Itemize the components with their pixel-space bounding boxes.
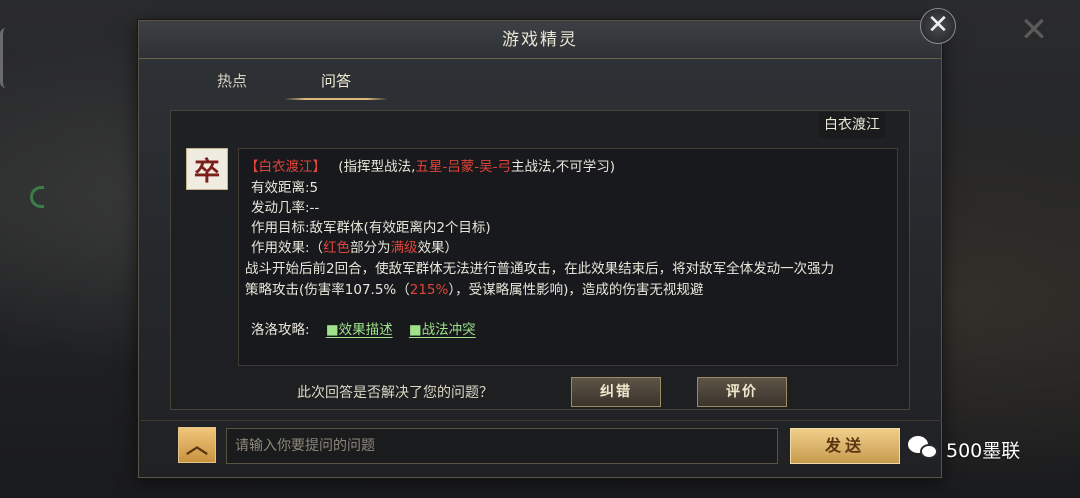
send-button[interactable]: 发送 [790,428,900,464]
wechat-icon [908,436,940,462]
background-scrollbar [0,28,12,88]
skill-chance: 发动几率:-- [251,200,320,216]
effect-prefix: 作用效果:（ [251,240,324,256]
skill-type-suffix: 主战法,不可学习) [510,159,616,175]
skill-target: 作用目标:敌军群体(有效距离内2个目标) [251,220,491,236]
background-close-icon: ✕ [1019,10,1049,50]
skill-tag: 白衣渡江 [818,112,886,138]
desc-line2-damage: 215% [409,282,449,298]
skill-header: 【白衣渡江】 (指挥型战法,五星-吕蒙-吴-弓主战法,不可学习) [245,157,615,178]
tab-hot[interactable]: 热点 [180,62,284,100]
guide-row: 洛洛攻略: ■效果描述 ■战法冲突 [251,320,476,341]
skill-avatar-icon: 卒 [186,148,228,190]
expand-chevron-up-icon[interactable]: ︿ [178,427,216,463]
skill-name: 【白衣渡江】 [245,159,326,175]
skill-type-prefix: (指挥型战法, [338,159,416,175]
skill-desc-line1: 战斗开始后前2回合，使敌军群体无法进行普通攻击，在此效果结束后，将对敌军全体发动… [245,261,835,277]
rate-button[interactable]: 评价 [697,377,787,407]
question-input[interactable] [226,428,778,464]
skill-range: 有效距离:5 [251,180,319,196]
feedback-question: 此次回答是否解决了您的问题？ [297,385,493,401]
skill-type-hero: 五星-吕蒙-吴-弓 [415,159,511,175]
correct-button[interactable]: 纠错 [571,377,661,407]
guide-link-conflict[interactable]: ■战法冲突 [409,322,476,338]
skill-effect: 作用效果:（红色部分为满级效果） [251,238,458,259]
answer-content: 【白衣渡江】 (指挥型战法,五星-吕蒙-吴-弓主战法,不可学习) 有效距离:5 … [238,148,898,366]
effect-suffix: 效果） [417,240,459,256]
guide-link-effect[interactable]: ■效果描述 [326,322,393,338]
watermark-text: 500墨联 [946,439,1021,462]
effect-mid: 部分为 [350,240,391,256]
close-icon[interactable]: ✕ [920,8,956,44]
guide-label: 洛洛攻略: [251,322,310,338]
desc-line2-prefix: 策略攻击(伤害率107.5%（ [245,282,410,298]
skill-desc-line2: 策略攻击(伤害率107.5%（215%），受谋略属性影响)，造成的伤害无视规避 [245,280,703,301]
effect-max-level: 满级 [390,240,418,256]
dialog-title-bar: 游戏精灵 [139,21,941,59]
tab-qa[interactable]: 问答 [284,62,388,100]
desc-line2-suffix: ），受谋略属性影响)，造成的伤害无视规避 [448,282,704,298]
dialog-title: 游戏精灵 [502,30,578,50]
effect-red-word: 红色 [323,240,351,256]
watermark: 500墨联 [908,434,1020,464]
skill-avatar-char: 卒 [193,156,220,187]
